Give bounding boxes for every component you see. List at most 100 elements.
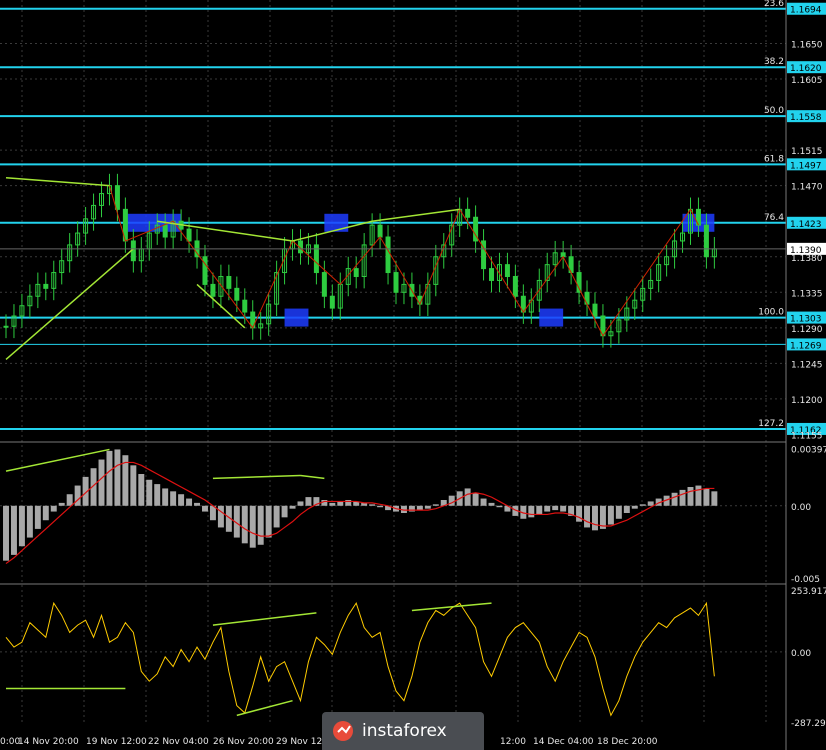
macd-histogram-bar: [241, 505, 248, 544]
macd-histogram-bar: [711, 491, 718, 506]
price-tick-label: 1.1470: [791, 183, 823, 193]
candle-body: [393, 272, 399, 293]
fib-ratio-label: 50.0: [764, 106, 784, 116]
fib-price-label: 1.1558: [790, 113, 822, 123]
macd-histogram-bar: [194, 502, 200, 506]
macd-histogram-bar: [170, 491, 177, 506]
macd-histogram-bar: [42, 505, 49, 521]
macd-panel: 0.00397 0.00 -0.005: [3, 445, 826, 585]
macd-histogram-bar: [584, 505, 590, 528]
macd-histogram-bar: [178, 494, 185, 506]
macd-histogram-bar: [488, 502, 495, 506]
cci-tick-label: 0.00: [791, 649, 811, 659]
price-tick-label: 1.1515: [791, 147, 823, 157]
candle-body: [43, 283, 49, 289]
macd-histogram-bar: [265, 505, 272, 538]
candle-body: [329, 295, 335, 309]
macd-histogram-bar: [687, 487, 694, 506]
candle-body: [353, 268, 359, 277]
macd-histogram-bar: [138, 474, 145, 506]
price-trendline: [372, 208, 460, 222]
macd-histogram-bar: [50, 505, 57, 512]
cci-panel: 253.9171 0.00 -287.298: [5, 587, 826, 729]
macd-histogram-bar: [337, 501, 344, 506]
time-tick-label: 12:00: [500, 737, 526, 747]
macd-histogram-bar: [695, 485, 702, 506]
candle-body: [162, 224, 168, 238]
fib-price-label: 1.1694: [790, 6, 822, 16]
fib-zone-rect: [539, 308, 564, 327]
macd-histogram-bar: [424, 505, 431, 509]
current-price-label: 1.1390: [790, 246, 822, 256]
macd-histogram-bar: [186, 498, 193, 506]
time-tick-label: 26 Nov 20:00: [213, 737, 274, 747]
cci-tick-label: -287.298: [791, 719, 826, 729]
macd-histogram-bar: [560, 505, 567, 512]
time-tick-label: 18 Dec 20:00: [597, 737, 658, 747]
candle-body: [114, 185, 120, 210]
macd-histogram-bar: [552, 505, 559, 511]
fib-ratio-label: 38.2: [764, 57, 784, 67]
macd-histogram-bar: [615, 505, 622, 519]
candle-body: [202, 256, 208, 285]
macd-histogram-bar: [480, 498, 487, 506]
fib-ratio-label: 76.4: [764, 213, 784, 223]
macd-histogram-bar: [305, 497, 312, 506]
macd-histogram-bar: [74, 485, 81, 506]
cci-trendline: [236, 699, 293, 717]
macd-histogram-bar: [202, 505, 208, 512]
candle-body: [226, 276, 232, 289]
macd-histogram-bar: [249, 505, 256, 548]
macd-histogram-bar: [369, 504, 376, 506]
fib-ratio-label: 61.8: [764, 154, 784, 164]
fib-price-label: 1.1423: [790, 220, 822, 230]
macd-histogram-bar: [3, 505, 9, 561]
time-tick-label: 29 Nov 12:: [276, 737, 325, 747]
candle-body: [489, 268, 495, 281]
macd-histogram-bar: [432, 504, 439, 506]
fib-ratio-label: 23.6: [764, 0, 784, 9]
price-tick-label: 1.1335: [791, 289, 823, 299]
macd-histogram-bar: [576, 505, 583, 522]
macd-tick-label: 0.00397: [791, 445, 826, 455]
macd-histogram-bar: [34, 505, 41, 529]
macd-histogram-bar: [607, 505, 614, 525]
zigzag-line: [108, 185, 699, 337]
price-chart: 23.6 1.1694 38.2 1.1620 50.0 1.1558 61.8 1.1497…: [0, 0, 826, 750]
macd-histogram-bar: [162, 488, 169, 506]
candle-body: [504, 264, 510, 277]
cci-trendline: [411, 602, 492, 612]
candle-body: [186, 228, 192, 242]
macd-histogram-bar: [623, 505, 630, 513]
candle-body: [385, 236, 391, 274]
macd-histogram-bar: [544, 505, 551, 512]
macd-histogram-bar: [114, 449, 121, 506]
instaforex-watermark: instaforex: [322, 712, 484, 750]
price-tick-label: 1.1605: [791, 76, 823, 86]
macd-histogram-bar: [647, 501, 654, 506]
macd-histogram-bar: [679, 489, 686, 506]
trendlines: [5, 177, 460, 361]
macd-histogram-bar: [329, 502, 336, 506]
price-tick-label: 1.1155: [791, 431, 823, 441]
candle-body: [242, 299, 248, 313]
macd-trendline: [212, 474, 301, 480]
candle-body: [512, 276, 518, 297]
cci-trendline: [212, 612, 317, 626]
cci-tick-label: 253.9171: [791, 587, 826, 597]
candle-body: [377, 224, 383, 238]
watermark-text: instaforex: [362, 721, 447, 741]
fib-price-label: 1.1269: [790, 341, 822, 351]
candle-body: [321, 272, 327, 297]
time-tick-label: 19 Nov 12:00: [86, 737, 147, 747]
macd-histogram-bar: [130, 465, 137, 506]
candle-body: [465, 208, 471, 218]
macd-histogram-bar: [639, 504, 646, 506]
macd-tick-label: 0.00: [791, 503, 811, 513]
macd-histogram-bar: [10, 505, 17, 555]
time-tick-label: 14 Nov 20:00: [18, 737, 79, 747]
macd-histogram-bar: [257, 505, 264, 545]
macd-histogram-bar: [528, 505, 535, 518]
fib-price-label: 1.1620: [790, 64, 822, 74]
time-tick-label: 14 Dec 04:00: [533, 737, 594, 747]
